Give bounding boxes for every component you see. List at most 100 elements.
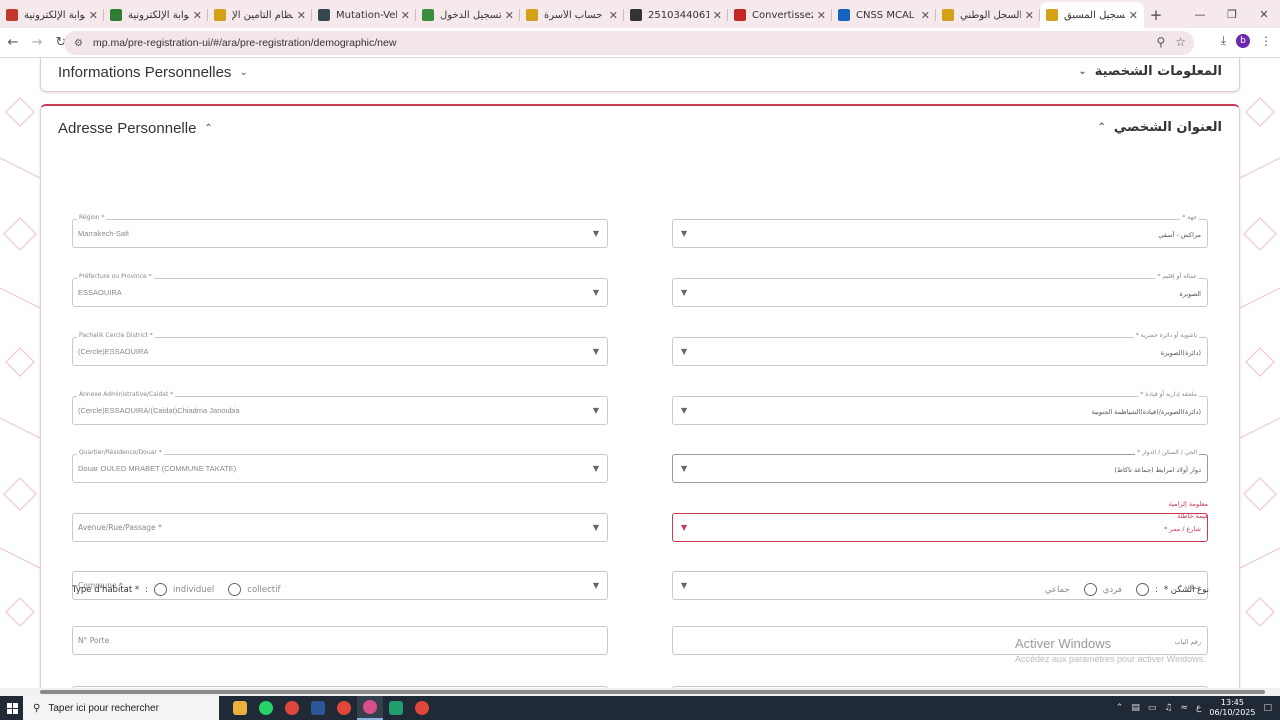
chevron-up-icon[interactable]: ⌃ [1098,122,1106,133]
browser-tab[interactable]: البوابة الإلكترونية ✕ [104,2,208,28]
select-field-ar[interactable]: جهة * مراكش - آسفي ▼ [672,214,1208,248]
dropdown-arrow-icon[interactable]: ▼ [593,406,599,415]
personal-info-header-ar[interactable]: المعلومات الشخصية ⌄ [1078,64,1222,79]
dropdown-arrow-icon[interactable]: ▼ [593,464,599,473]
taskbar-app-app-green-icon[interactable] [383,696,409,720]
personal-info-header-fr[interactable]: Informations Personnelles ⌄ [58,64,248,81]
door-number-placeholder: N° Porte [78,636,110,645]
zoom-icon[interactable]: ⚲ [1156,35,1165,49]
volume-icon[interactable]: ♫ [1164,703,1172,713]
tab-close-icon[interactable]: ✕ [193,9,202,22]
address-bar[interactable]: ⚙ mp.ma/pre-registration-ui/#/ara/pre-re… [64,31,1194,55]
scrollbar-thumb[interactable] [40,690,1265,694]
tab-close-icon[interactable]: ✕ [401,9,410,22]
chevron-down-icon[interactable]: ⌄ [239,67,247,78]
radio-individuel[interactable] [154,583,168,596]
door-number-field-fr[interactable]: N° Porte [72,626,608,655]
select-field-ar[interactable]: باشوية أو دائرة حضرية * (دائرة)الصويرة ▼ [672,332,1208,366]
browser-tab[interactable]: التسجيل المسبق ✕ [1040,2,1144,28]
tab-close-icon[interactable]: ✕ [921,9,930,22]
minimize-icon[interactable]: — [1184,0,1216,28]
select-field-ar[interactable]: شارع / ممر * ▼ [672,513,1208,542]
notifications-icon[interactable]: □ [1263,703,1272,713]
taskbar-app-chrome4-icon[interactable] [409,696,435,720]
tab-close-icon[interactable]: ✕ [89,9,98,22]
select-field-ar[interactable]: الحي / السكن / الدوار * دوار أولاد امرابط… [672,449,1208,483]
tab-close-icon[interactable]: ✕ [713,9,722,22]
close-window-icon[interactable]: ✕ [1248,0,1280,28]
menu-icon[interactable]: ⋮ [1260,34,1272,48]
address-header-ar[interactable]: العنوان الشخصي ⌃ [1098,120,1223,135]
field-label: باشوية أو دائرة حضرية * [1133,332,1199,340]
forward-icon[interactable]: → [26,32,48,54]
site-info-icon[interactable]: ⚙ [74,38,83,49]
tab-favicon-icon [734,9,746,21]
browser-tab[interactable]: حساب الأسرة ✕ [520,2,624,28]
browser-tab[interactable]: Convertissez d ✕ [728,2,832,28]
horizontal-scrollbar[interactable] [0,688,1280,696]
select-field-fr[interactable]: Région * Marrakech-Safi ▼ [72,214,608,248]
taskbar-app-whatsapp-icon[interactable] [253,696,279,720]
dropdown-arrow-icon[interactable]: ▼ [593,581,599,590]
network-icon[interactable]: ▤ [1131,703,1140,713]
restore-icon[interactable]: ❐ [1216,0,1248,28]
dropdown-arrow-icon[interactable]: ▼ [593,229,599,238]
browser-tab[interactable]: تسجيل الدخول ✕ [416,2,520,28]
tab-close-icon[interactable]: ✕ [609,9,618,22]
tab-title: تسجيل الدخول [440,9,501,21]
download-icon[interactable]: ⤓ [1221,33,1226,48]
bookmark-star-icon[interactable]: ☆ [1175,35,1186,49]
error-required: معلومة إلزامية [1168,500,1208,508]
chevron-up-icon[interactable]: ⌃ [1116,703,1124,713]
taskbar-app-chrome-icon[interactable] [279,696,305,720]
browser-tab[interactable]: Mutation-Vehi ✕ [312,2,416,28]
tab-close-icon[interactable]: ✕ [817,9,826,22]
dropdown-arrow-icon[interactable]: ▼ [681,581,687,590]
taskbar-app-explorer-icon[interactable] [227,696,253,720]
dropdown-arrow-icon[interactable]: ▼ [593,347,599,356]
windows-start-icon[interactable] [1,696,23,720]
taskbar-app-chrome3-icon[interactable] [357,696,383,720]
select-field-fr[interactable]: Préfecture ou Province * ESSAOUIRA ▼ [72,273,608,307]
dropdown-arrow-icon[interactable]: ▼ [681,406,687,415]
tab-close-icon[interactable]: ✕ [1129,9,1138,22]
dropdown-arrow-icon[interactable]: ▼ [681,464,687,473]
dropdown-arrow-icon[interactable]: ▼ [593,523,599,532]
radio-jamai[interactable] [1083,583,1097,596]
select-field-ar[interactable]: عمالة أو إقليم * الصويرة ▼ [672,273,1208,307]
chevron-down-icon[interactable]: ⌄ [1078,66,1086,77]
profile-avatar[interactable]: b [1236,33,1250,48]
tab-close-icon[interactable]: ✕ [297,9,306,22]
dropdown-arrow-icon[interactable]: ▼ [681,288,687,297]
chevron-up-icon[interactable]: ⌃ [204,123,212,134]
taskbar-search[interactable]: ⚲ Taper ici pour rechercher [23,696,219,720]
select-field-fr[interactable]: Quartier/Résidence/Douar * Douar OULED MR… [72,449,608,483]
browser-tab[interactable]: البوابة الإلكترونية ✕ [0,2,104,28]
select-field-fr[interactable]: Annexe Administrative/Caidat * (Cercle)ES… [72,391,608,425]
back-icon[interactable]: ← [2,32,24,54]
taskbar-app-chrome2-icon[interactable] [331,696,357,720]
dropdown-arrow-icon[interactable]: ▼ [681,347,687,356]
tab-favicon-icon [1046,9,1058,21]
language-indicator[interactable]: ع [1196,703,1201,713]
browser-tab[interactable]: نظام التأمين الإ ✕ [208,2,312,28]
tab-close-icon[interactable]: ✕ [505,9,514,22]
dropdown-arrow-icon[interactable]: ▼ [681,523,687,532]
new-tab-button[interactable]: + [1144,2,1168,28]
battery-icon[interactable]: ▭ [1148,703,1157,713]
address-header-fr[interactable]: Adresse Personnelle ⌃ [58,120,213,137]
browser-tab[interactable]: 251034406162 ✕ [624,2,728,28]
browser-tab[interactable]: السجل الوطني ✕ [936,2,1040,28]
select-field-ar[interactable]: ملحقة إدارية أو قيادة * (دائرة)الصويرة/(ق… [672,391,1208,425]
tab-close-icon[interactable]: ✕ [1025,9,1034,22]
select-field-fr[interactable]: Pachalik Cercle District * (Cercle)ESSAOU… [72,332,608,366]
clock[interactable]: 13:45 06/10/2025 [1209,698,1255,718]
browser-tab[interactable]: CNSS MCAL Pt ✕ [832,2,936,28]
wifi-icon[interactable]: ≈ [1180,703,1188,713]
taskbar-app-word-icon[interactable] [305,696,331,720]
dropdown-arrow-icon[interactable]: ▼ [681,229,687,238]
radio-fardi[interactable] [1135,583,1149,596]
select-field-fr[interactable]: Avenue/Rue/Passage * ▼ [72,513,608,542]
dropdown-arrow-icon[interactable]: ▼ [593,288,599,297]
radio-collectif[interactable] [228,583,242,596]
